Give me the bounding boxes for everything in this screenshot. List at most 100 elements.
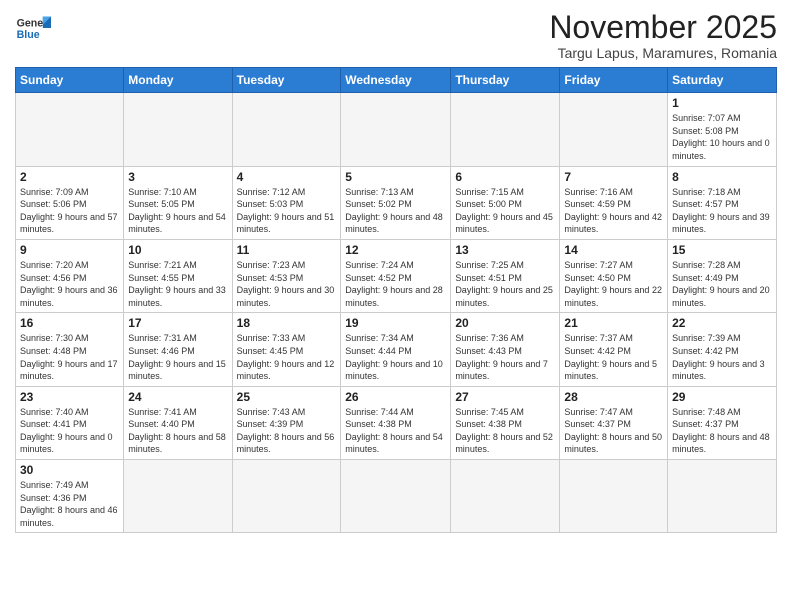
day-number: 20 bbox=[455, 316, 555, 330]
day-info: Sunrise: 7:07 AM Sunset: 5:08 PM Dayligh… bbox=[672, 112, 772, 162]
calendar-subtitle: Targu Lapus, Maramures, Romania bbox=[549, 45, 777, 61]
day-header-tuesday: Tuesday bbox=[232, 68, 341, 93]
week-row-4: 16 Sunrise: 7:30 AM Sunset: 4:48 PM Dayli… bbox=[16, 313, 777, 386]
day-info: Sunrise: 7:13 AM Sunset: 5:02 PM Dayligh… bbox=[345, 186, 446, 236]
week-row-3: 9 Sunrise: 7:20 AM Sunset: 4:56 PM Daylig… bbox=[16, 239, 777, 312]
day-info: Sunrise: 7:44 AM Sunset: 4:38 PM Dayligh… bbox=[345, 406, 446, 456]
day-number: 1 bbox=[672, 96, 772, 110]
day-info: Sunrise: 7:41 AM Sunset: 4:40 PM Dayligh… bbox=[128, 406, 227, 456]
calendar-cell bbox=[451, 460, 560, 533]
calendar-cell: 21 Sunrise: 7:37 AM Sunset: 4:42 PM Dayli… bbox=[560, 313, 668, 386]
day-number: 10 bbox=[128, 243, 227, 257]
calendar-cell: 2 Sunrise: 7:09 AM Sunset: 5:06 PM Daylig… bbox=[16, 166, 124, 239]
day-number: 17 bbox=[128, 316, 227, 330]
calendar-cell bbox=[124, 93, 232, 166]
day-number: 4 bbox=[237, 170, 337, 184]
day-header-friday: Friday bbox=[560, 68, 668, 93]
day-info: Sunrise: 7:43 AM Sunset: 4:39 PM Dayligh… bbox=[237, 406, 337, 456]
day-number: 13 bbox=[455, 243, 555, 257]
day-info: Sunrise: 7:37 AM Sunset: 4:42 PM Dayligh… bbox=[564, 332, 663, 382]
calendar-cell: 7Sunrise: 7:16 AM Sunset: 4:59 PM Daylig… bbox=[560, 166, 668, 239]
day-info: Sunrise: 7:39 AM Sunset: 4:42 PM Dayligh… bbox=[672, 332, 772, 382]
day-info: Sunrise: 7:21 AM Sunset: 4:55 PM Dayligh… bbox=[128, 259, 227, 309]
calendar-cell bbox=[560, 93, 668, 166]
day-number: 16 bbox=[20, 316, 119, 330]
day-number: 26 bbox=[345, 390, 446, 404]
day-info: Sunrise: 7:45 AM Sunset: 4:38 PM Dayligh… bbox=[455, 406, 555, 456]
calendar-cell: 27Sunrise: 7:45 AM Sunset: 4:38 PM Dayli… bbox=[451, 386, 560, 459]
day-info: Sunrise: 7:23 AM Sunset: 4:53 PM Dayligh… bbox=[237, 259, 337, 309]
day-number: 11 bbox=[237, 243, 337, 257]
day-info: Sunrise: 7:27 AM Sunset: 4:50 PM Dayligh… bbox=[564, 259, 663, 309]
calendar-cell: 30 Sunrise: 7:49 AM Sunset: 4:36 PM Dayli… bbox=[16, 460, 124, 533]
calendar-cell bbox=[341, 460, 451, 533]
week-row-2: 2 Sunrise: 7:09 AM Sunset: 5:06 PM Daylig… bbox=[16, 166, 777, 239]
logo: General Blue bbox=[15, 10, 51, 46]
day-info: Sunrise: 7:36 AM Sunset: 4:43 PM Dayligh… bbox=[455, 332, 555, 382]
day-number: 3 bbox=[128, 170, 227, 184]
day-info: Sunrise: 7:15 AM Sunset: 5:00 PM Dayligh… bbox=[455, 186, 555, 236]
day-info: Sunrise: 7:33 AM Sunset: 4:45 PM Dayligh… bbox=[237, 332, 337, 382]
day-info: Sunrise: 7:48 AM Sunset: 4:37 PM Dayligh… bbox=[672, 406, 772, 456]
calendar-cell: 12Sunrise: 7:24 AM Sunset: 4:52 PM Dayli… bbox=[341, 239, 451, 312]
day-number: 8 bbox=[672, 170, 772, 184]
day-info: Sunrise: 7:09 AM Sunset: 5:06 PM Dayligh… bbox=[20, 186, 119, 236]
calendar-cell: 17 Sunrise: 7:31 AM Sunset: 4:46 PM Dayli… bbox=[124, 313, 232, 386]
day-info: Sunrise: 7:30 AM Sunset: 4:48 PM Dayligh… bbox=[20, 332, 119, 382]
day-number: 9 bbox=[20, 243, 119, 257]
day-header-sunday: Sunday bbox=[16, 68, 124, 93]
day-number: 25 bbox=[237, 390, 337, 404]
day-number: 22 bbox=[672, 316, 772, 330]
day-info: Sunrise: 7:24 AM Sunset: 4:52 PM Dayligh… bbox=[345, 259, 446, 309]
day-number: 21 bbox=[564, 316, 663, 330]
day-info: Sunrise: 7:49 AM Sunset: 4:36 PM Dayligh… bbox=[20, 479, 119, 529]
logo-icon: General Blue bbox=[15, 10, 51, 46]
header: General Blue November 2025 Targu Lapus, … bbox=[15, 10, 777, 61]
day-number: 2 bbox=[20, 170, 119, 184]
day-number: 7 bbox=[564, 170, 663, 184]
day-info: Sunrise: 7:31 AM Sunset: 4:46 PM Dayligh… bbox=[128, 332, 227, 382]
week-row-6: 30 Sunrise: 7:49 AM Sunset: 4:36 PM Dayli… bbox=[16, 460, 777, 533]
day-info: Sunrise: 7:18 AM Sunset: 4:57 PM Dayligh… bbox=[672, 186, 772, 236]
day-number: 18 bbox=[237, 316, 337, 330]
day-info: Sunrise: 7:20 AM Sunset: 4:56 PM Dayligh… bbox=[20, 259, 119, 309]
day-info: Sunrise: 7:10 AM Sunset: 5:05 PM Dayligh… bbox=[128, 186, 227, 236]
page: General Blue November 2025 Targu Lapus, … bbox=[0, 0, 792, 612]
svg-text:Blue: Blue bbox=[17, 29, 40, 41]
calendar-cell: 19 Sunrise: 7:34 AM Sunset: 4:44 PM Dayli… bbox=[341, 313, 451, 386]
calendar-cell: 29 Sunrise: 7:48 AM Sunset: 4:37 PM Dayli… bbox=[668, 386, 777, 459]
day-header-thursday: Thursday bbox=[451, 68, 560, 93]
calendar-cell: 26 Sunrise: 7:44 AM Sunset: 4:38 PM Dayli… bbox=[341, 386, 451, 459]
day-number: 19 bbox=[345, 316, 446, 330]
day-info: Sunrise: 7:12 AM Sunset: 5:03 PM Dayligh… bbox=[237, 186, 337, 236]
title-block: November 2025 Targu Lapus, Maramures, Ro… bbox=[549, 10, 777, 61]
calendar-cell: 4 Sunrise: 7:12 AM Sunset: 5:03 PM Daylig… bbox=[232, 166, 341, 239]
calendar-cell bbox=[341, 93, 451, 166]
calendar-cell bbox=[451, 93, 560, 166]
day-info: Sunrise: 7:28 AM Sunset: 4:49 PM Dayligh… bbox=[672, 259, 772, 309]
calendar-cell bbox=[124, 460, 232, 533]
day-info: Sunrise: 7:34 AM Sunset: 4:44 PM Dayligh… bbox=[345, 332, 446, 382]
calendar-cell: 16 Sunrise: 7:30 AM Sunset: 4:48 PM Dayli… bbox=[16, 313, 124, 386]
calendar-cell: 9 Sunrise: 7:20 AM Sunset: 4:56 PM Daylig… bbox=[16, 239, 124, 312]
calendar-cell: 11 Sunrise: 7:23 AM Sunset: 4:53 PM Dayli… bbox=[232, 239, 341, 312]
calendar-cell bbox=[16, 93, 124, 166]
calendar-cell: 6 Sunrise: 7:15 AM Sunset: 5:00 PM Daylig… bbox=[451, 166, 560, 239]
day-number: 24 bbox=[128, 390, 227, 404]
calendar-cell bbox=[560, 460, 668, 533]
calendar-cell: 24 Sunrise: 7:41 AM Sunset: 4:40 PM Dayli… bbox=[124, 386, 232, 459]
day-number: 14 bbox=[564, 243, 663, 257]
calendar-cell: 8 Sunrise: 7:18 AM Sunset: 4:57 PM Daylig… bbox=[668, 166, 777, 239]
day-number: 29 bbox=[672, 390, 772, 404]
calendar-title: November 2025 bbox=[549, 10, 777, 45]
day-number: 6 bbox=[455, 170, 555, 184]
day-number: 28 bbox=[564, 390, 663, 404]
calendar-cell: 14 Sunrise: 7:27 AM Sunset: 4:50 PM Dayli… bbox=[560, 239, 668, 312]
days-header-row: SundayMondayTuesdayWednesdayThursdayFrid… bbox=[16, 68, 777, 93]
day-info: Sunrise: 7:25 AM Sunset: 4:51 PM Dayligh… bbox=[455, 259, 555, 309]
week-row-1: 1 Sunrise: 7:07 AM Sunset: 5:08 PM Daylig… bbox=[16, 93, 777, 166]
calendar-cell: 28 Sunrise: 7:47 AM Sunset: 4:37 PM Dayli… bbox=[560, 386, 668, 459]
day-number: 30 bbox=[20, 463, 119, 477]
day-info: Sunrise: 7:47 AM Sunset: 4:37 PM Dayligh… bbox=[564, 406, 663, 456]
calendar-cell: 10 Sunrise: 7:21 AM Sunset: 4:55 PM Dayli… bbox=[124, 239, 232, 312]
